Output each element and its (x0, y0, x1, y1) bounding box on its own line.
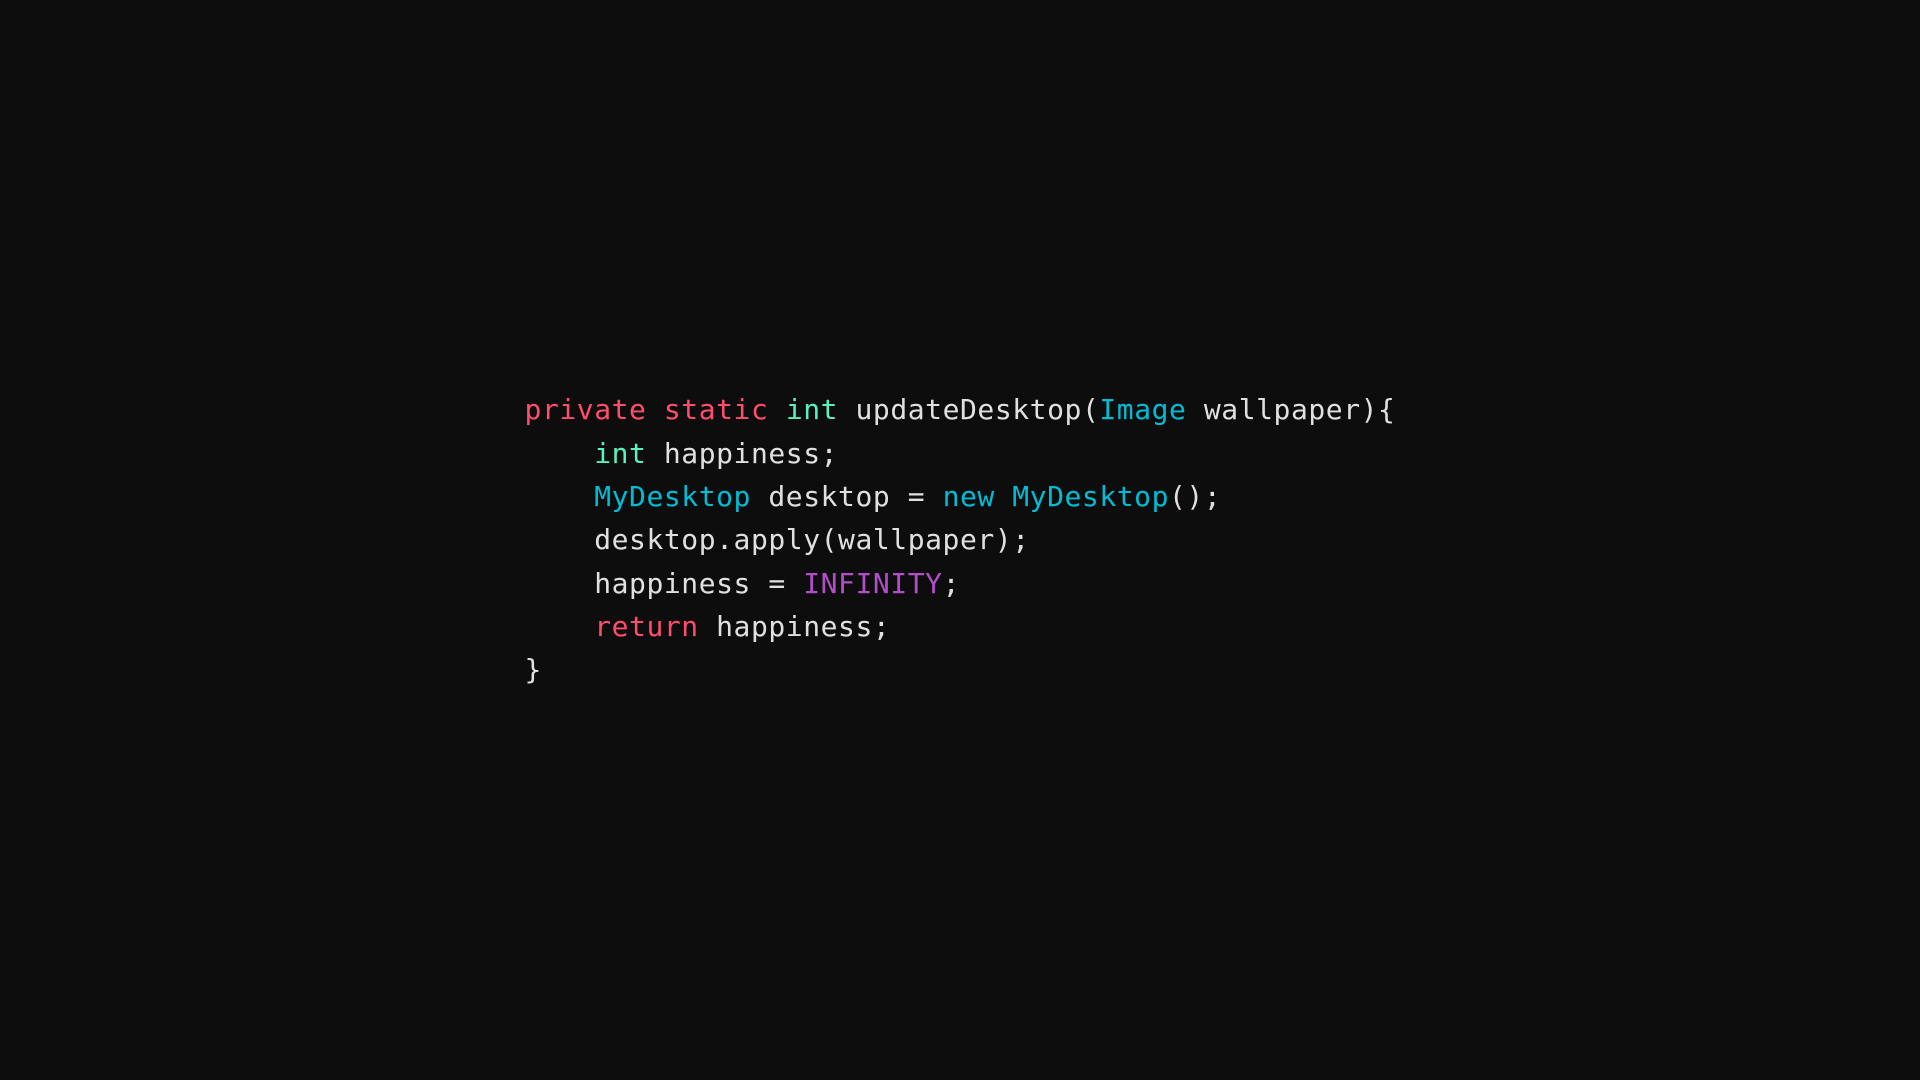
code-token: MyDesktop (1012, 480, 1169, 513)
code-token: ; (943, 567, 960, 600)
code-token: happiness; (699, 610, 891, 643)
code-token: static (664, 393, 769, 426)
code-token: updateDesktop( (838, 393, 1099, 426)
code-line-line1: private static int updateDesktop(Image w… (525, 388, 1396, 431)
code-token: (); (1169, 480, 1221, 513)
code-line-line3: MyDesktop desktop = new MyDesktop(); (525, 475, 1396, 518)
code-token (646, 393, 663, 426)
code-token: int (594, 437, 646, 470)
code-line-line7: } (525, 648, 1396, 691)
code-token (525, 610, 595, 643)
code-token: return (594, 610, 699, 643)
code-token (995, 480, 1012, 513)
code-line-line5: happiness = INFINITY; (525, 562, 1396, 605)
code-token: desktop = (751, 480, 943, 513)
code-token: } (525, 653, 542, 686)
code-token (768, 393, 785, 426)
code-token (525, 480, 595, 513)
code-token (525, 437, 595, 470)
code-token: new (943, 480, 995, 513)
code-line-line2: int happiness; (525, 432, 1396, 475)
code-token: desktop.apply(wallpaper); (525, 523, 1030, 556)
code-token: int (786, 393, 838, 426)
code-token: happiness; (646, 437, 838, 470)
code-token: private (525, 393, 647, 426)
code-token: wallpaper){ (1186, 393, 1395, 426)
code-line-line6: return happiness; (525, 605, 1396, 648)
code-token: INFINITY (803, 567, 942, 600)
code-token: Image (1099, 393, 1186, 426)
code-token: happiness = (525, 567, 804, 600)
code-line-line4: desktop.apply(wallpaper); (525, 518, 1396, 561)
code-token: MyDesktop (594, 480, 751, 513)
code-display: private static int updateDesktop(Image w… (525, 388, 1396, 692)
